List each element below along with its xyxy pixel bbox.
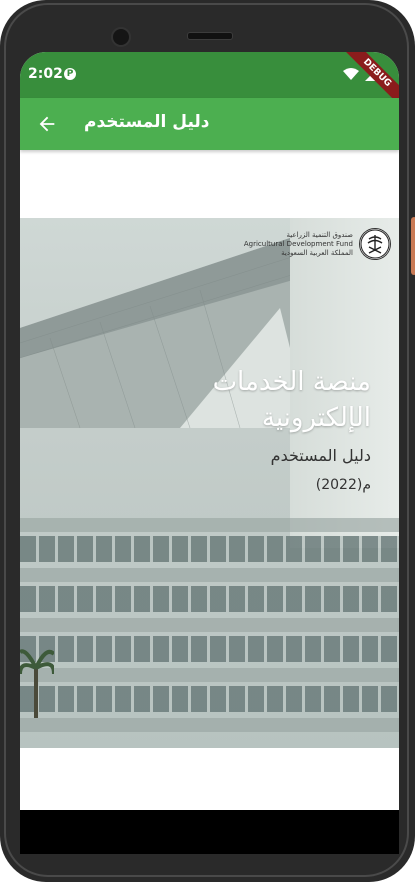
camera-icon — [111, 27, 131, 47]
facade-band — [20, 668, 399, 682]
cover-title-line2: الإلكترونية — [261, 403, 371, 433]
speaker-grille — [187, 32, 233, 40]
facade-band — [20, 568, 399, 582]
logo-line-arabic: صندوق التنمية الزراعية — [286, 230, 353, 239]
facade-band — [20, 718, 399, 732]
phone-frame: 2:02 P DEBUG دليل المستخدم صندوق التنمية… — [0, 0, 415, 882]
palm-emblem-icon — [359, 228, 391, 260]
arrow-back-icon[interactable] — [36, 113, 58, 135]
app-bar: دليل المستخدم — [20, 98, 399, 150]
status-time: 2:02 — [28, 66, 63, 82]
facade-band — [20, 518, 399, 532]
navigation-bar — [20, 810, 399, 854]
logo-line-english: Agricultural Development Fund — [243, 239, 353, 248]
cover-title-line1: منصة الخدمات — [212, 367, 371, 397]
user-guide-cover-image: صندوق التنمية الزراعية Agricultural Deve… — [20, 218, 399, 748]
cover-title: منصة الخدمات الإلكترونية — [213, 364, 371, 436]
logo-text: صندوق التنمية الزراعية Agricultural Deve… — [244, 231, 353, 258]
facade-windows — [20, 636, 399, 662]
page-title: دليل المستخدم — [84, 112, 210, 132]
status-bar: 2:02 P DEBUG — [20, 52, 399, 114]
fund-logo: صندوق التنمية الزراعية Agricultural Deve… — [244, 228, 391, 260]
facade-windows — [20, 536, 399, 562]
palm-tree-graphic — [20, 649, 54, 718]
facade-band — [20, 618, 399, 632]
facade-windows — [20, 586, 399, 612]
logo-line-country: المملكة العربية السعودية — [281, 248, 353, 257]
power-button — [411, 217, 415, 275]
facade-windows — [20, 686, 399, 712]
cover-year: (2022)م — [315, 477, 371, 493]
screen: 2:02 P DEBUG دليل المستخدم صندوق التنمية… — [20, 52, 399, 810]
notification-p-icon: P — [64, 68, 76, 80]
wifi-icon — [343, 68, 359, 80]
cover-subtitle: دليل المستخدم — [270, 446, 371, 465]
